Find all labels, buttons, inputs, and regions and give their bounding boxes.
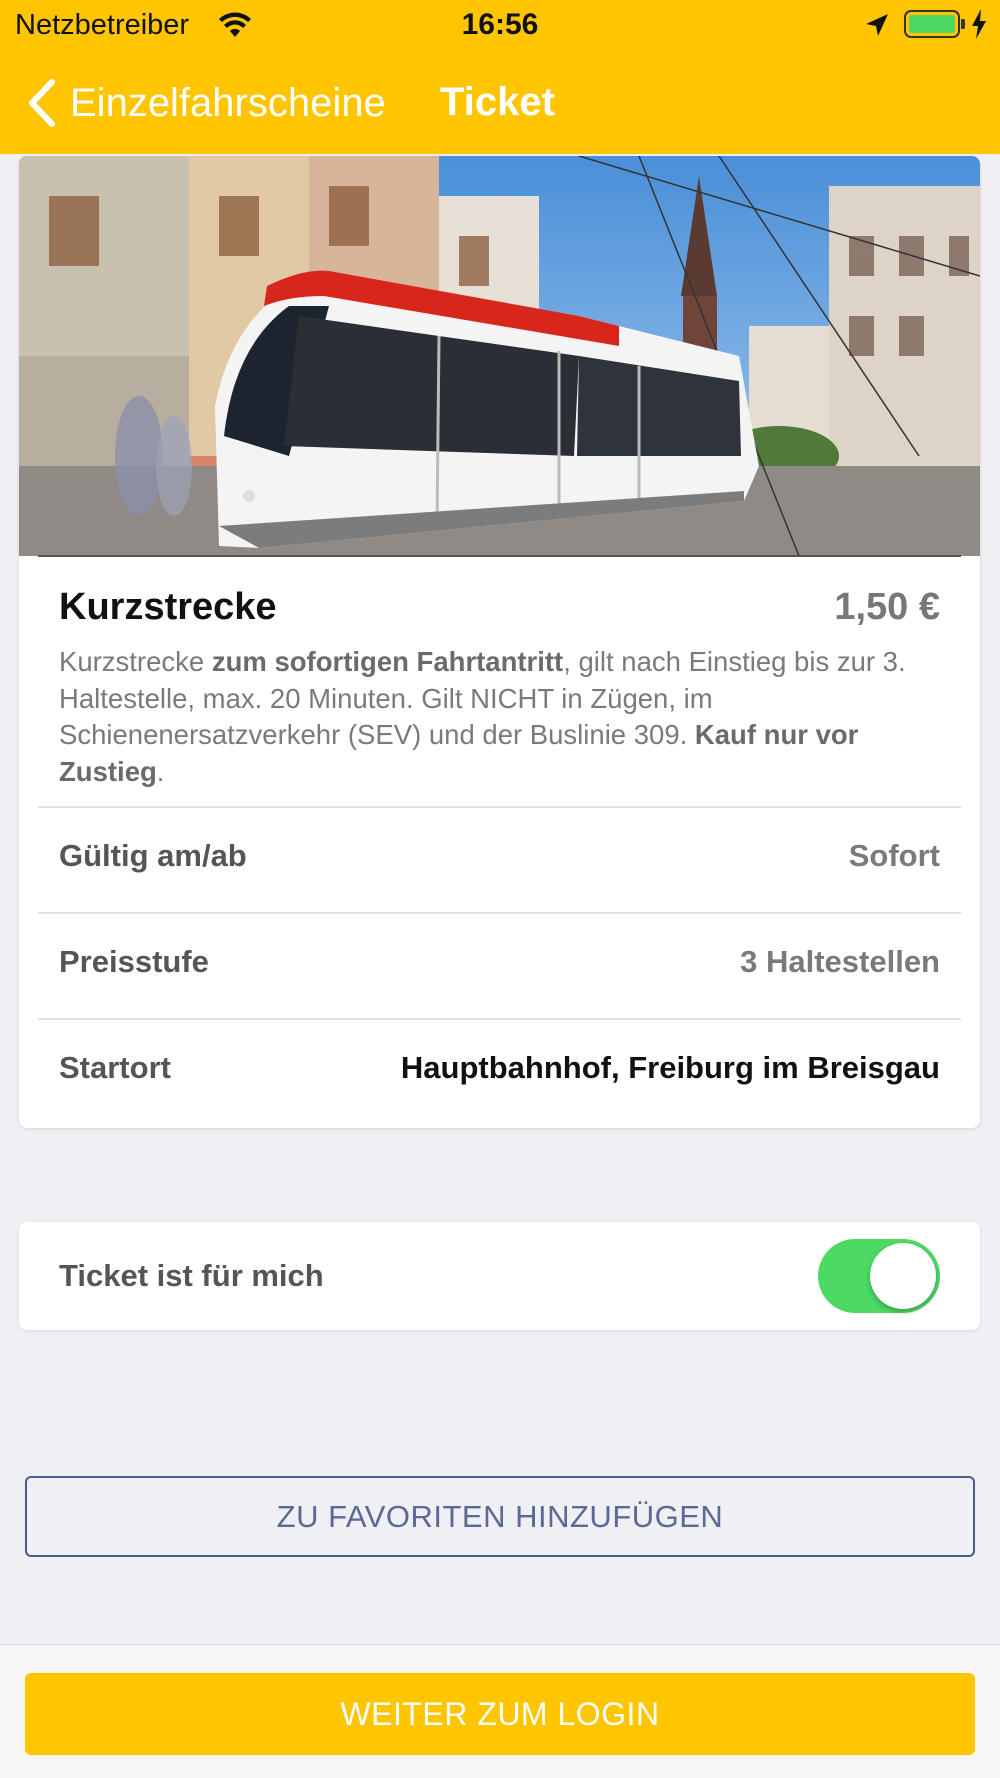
row-label: Gültig am/ab — [59, 838, 247, 873]
location-arrow-icon — [866, 14, 888, 36]
chevron-left-icon — [29, 79, 55, 127]
bottom-bar: WEITER ZUM LOGIN — [0, 1644, 1000, 1778]
toggle-knob — [870, 1243, 936, 1309]
back-label: Einzelfahrscheine — [70, 80, 386, 125]
ticket-price: 1,50 € — [834, 586, 940, 628]
row-value: Hauptbahnhof, Freiburg im Breisgau — [400, 1050, 940, 1085]
back-button[interactable]: Einzelfahrscheine — [26, 78, 386, 128]
ticket-for-me-row: Ticket ist für mich — [19, 1222, 980, 1330]
start-location-row[interactable]: Startort Hauptbahnhof, Freiburg im Breis… — [38, 1018, 961, 1124]
tram-photo — [19, 156, 980, 556]
description-text: Kurzstrecke — [59, 646, 212, 677]
description-text: . — [156, 755, 165, 787]
price-level-row: Preisstufe 3 Haltestellen — [38, 912, 961, 1018]
hero-divider — [38, 555, 961, 557]
ticket-description: Kurzstrecke zum sofortigen Fahrtantritt,… — [59, 644, 959, 790]
ticket-card: Kurzstrecke 1,50 € Kurzstrecke zum sofor… — [19, 156, 980, 1128]
ticket-header: Kurzstrecke 1,50 € — [59, 586, 940, 636]
row-label: Preisstufe — [59, 944, 209, 979]
app-header: Netzbetreiber 16:56 Einzelfahrscheine Ti… — [0, 0, 1000, 154]
row-value: Sofort — [848, 838, 940, 873]
continue-to-login-button[interactable]: WEITER ZUM LOGIN — [25, 1673, 975, 1755]
navigation-bar: Einzelfahrscheine Ticket — [0, 60, 1000, 144]
add-to-favorites-button[interactable]: ZU FAVORITEN HINZUFÜGEN — [25, 1476, 975, 1557]
row-label: Startort — [59, 1050, 171, 1085]
page-title: Ticket — [440, 80, 555, 124]
row-value: 3 Haltestellen — [740, 944, 940, 979]
ticket-for-me-toggle[interactable] — [818, 1239, 940, 1313]
ticket-for-me-label: Ticket ist für mich — [59, 1258, 324, 1293]
battery-cap — [961, 19, 965, 29]
ticket-name: Kurzstrecke — [59, 586, 277, 628]
battery-icon — [904, 10, 960, 38]
status-bar: Netzbetreiber 16:56 — [0, 0, 1000, 52]
status-time: 16:56 — [461, 8, 539, 41]
valid-from-row: Gültig am/ab Sofort — [38, 806, 961, 912]
description-emphasis: zum sofortigen Fahrtantritt — [211, 646, 564, 677]
charging-bolt-icon — [972, 9, 986, 39]
